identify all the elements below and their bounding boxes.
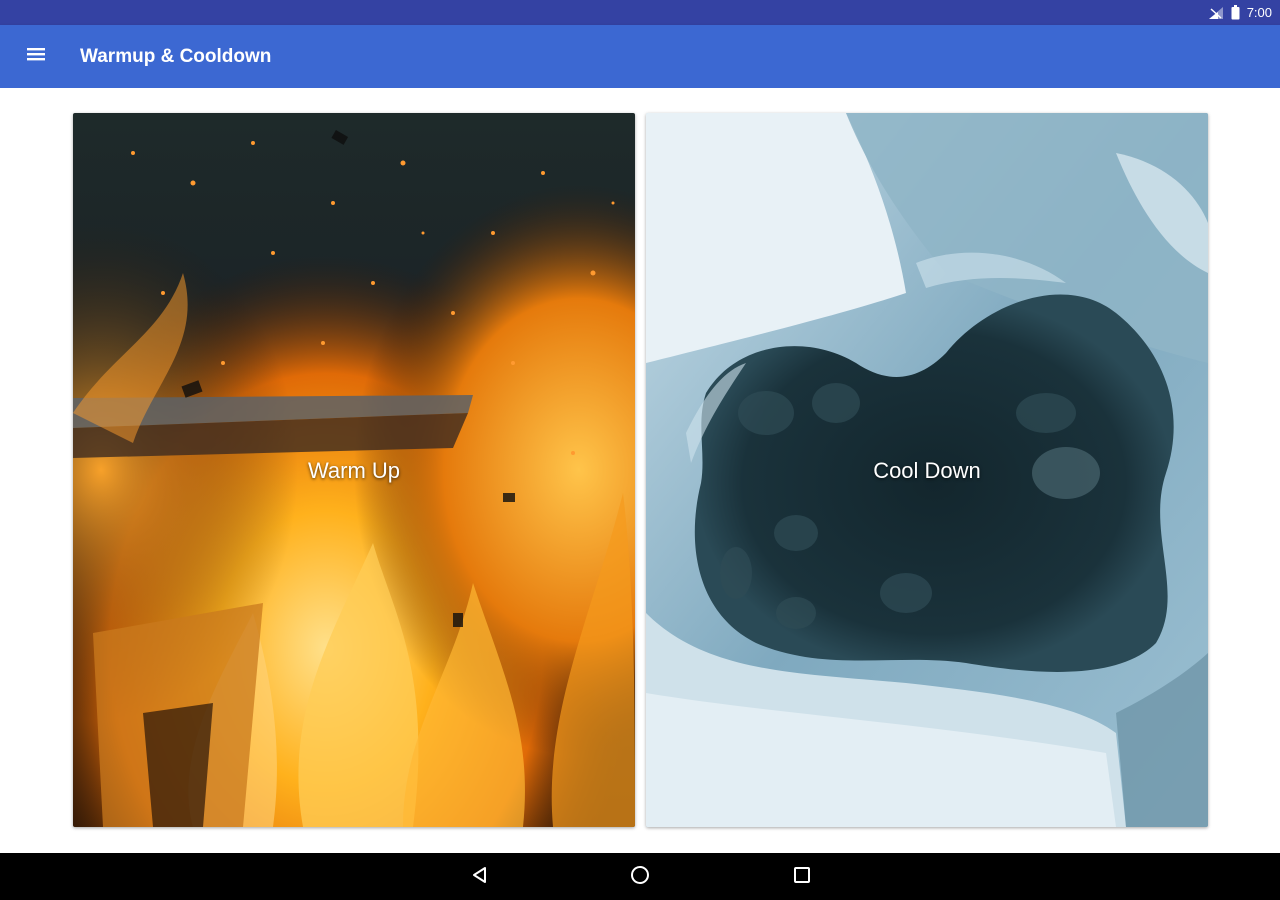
menu-icon (26, 46, 46, 67)
menu-button[interactable] (18, 38, 54, 74)
cool-down-card[interactable]: Cool Down (646, 113, 1208, 827)
warm-up-label: Warm Up (307, 458, 401, 483)
back-icon (470, 865, 490, 890)
home-button[interactable] (626, 863, 654, 891)
battery-icon (1231, 5, 1240, 20)
cool-down-label: Cool Down (873, 458, 981, 483)
recents-button[interactable] (788, 863, 816, 891)
app-bar: Warmup & Cooldown (0, 25, 1280, 88)
warm-up-card[interactable]: Warm Up (73, 113, 635, 827)
main-content: Warm Up Cool Down (0, 88, 1280, 853)
recents-icon (792, 865, 812, 890)
signal-icon (1208, 6, 1224, 20)
back-button[interactable] (466, 863, 494, 891)
status-icons: 7:00 (1208, 0, 1272, 25)
status-bar: 7:00 (0, 0, 1280, 25)
navigation-bar (0, 853, 1280, 900)
status-time: 7:00 (1246, 5, 1272, 20)
page-title: Warmup & Cooldown (80, 46, 272, 67)
home-icon (629, 864, 651, 891)
